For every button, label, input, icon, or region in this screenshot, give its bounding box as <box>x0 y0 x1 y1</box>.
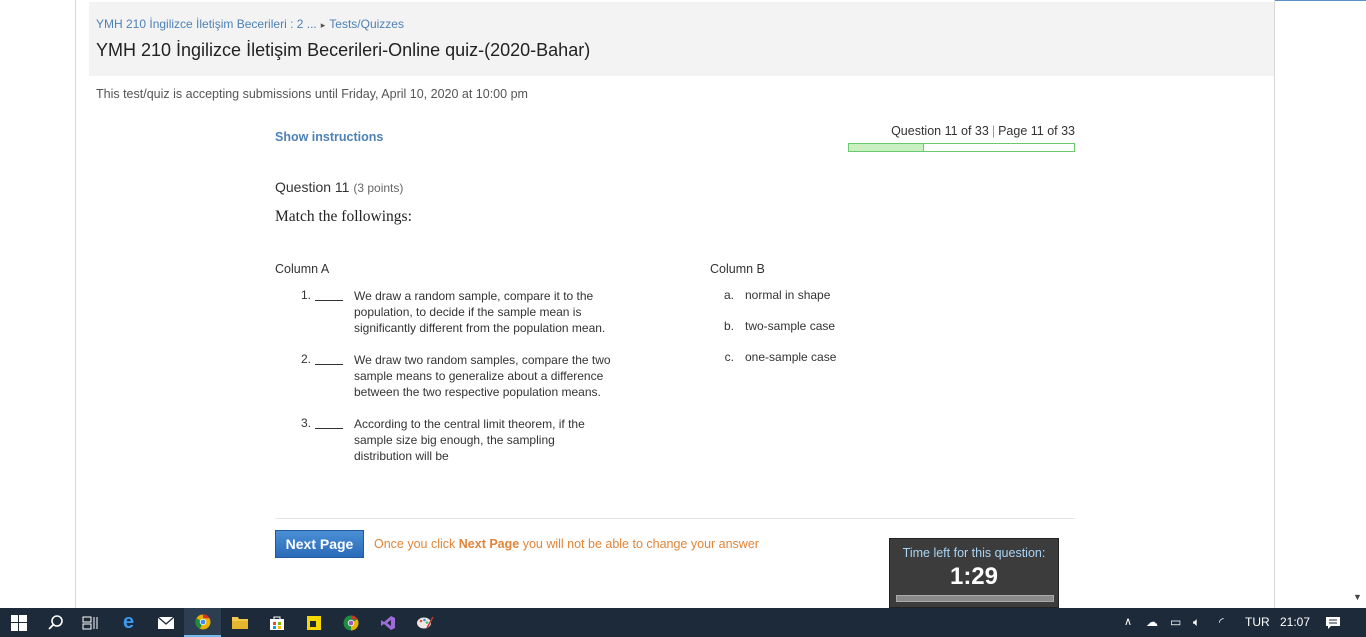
breadcrumb-separator: ▸ <box>320 20 326 30</box>
notification-center-icon[interactable] <box>1325 608 1341 637</box>
header-band <box>89 2 1274 76</box>
breadcrumb-course-link[interactable]: YMH 210 İngilizce İletişim Becerileri : … <box>96 17 317 31</box>
item-number: 3. <box>300 416 311 430</box>
quiz-progress-bar <box>848 143 1075 152</box>
column-b-item: b. two-sample case <box>710 319 835 333</box>
progress-fill <box>849 144 924 151</box>
item-text: two-sample case <box>745 319 836 333</box>
paint-icon[interactable] <box>406 608 443 637</box>
top-accent-line-right <box>1275 0 1366 1</box>
tray-chevron-up-icon[interactable]: ∧ <box>1124 608 1132 637</box>
taskbar: e ∧ ☁ ▭ 🔈︎ ◜ TUR 21:07 <box>0 608 1366 637</box>
edge-browser-icon[interactable]: e <box>110 608 147 637</box>
search-icon[interactable] <box>37 608 74 637</box>
tray-volume-icon[interactable]: 🔈︎ <box>1193 608 1200 637</box>
item-letter: a. <box>723 288 734 302</box>
question-timer: Time left for this question: 1:29 <box>889 538 1059 608</box>
answer-blank-2[interactable] <box>315 364 343 365</box>
task-view-icon[interactable] <box>72 608 109 637</box>
sticky-notes-icon[interactable] <box>295 608 332 637</box>
timer-label: Time left for this question: <box>902 546 1046 560</box>
warning-text-end: you will not be able to change your answ… <box>519 537 759 551</box>
next-page-button[interactable]: Next Page <box>275 530 364 558</box>
submission-note: This test/quiz is accepting submissions … <box>96 87 528 101</box>
store-icon[interactable] <box>258 608 295 637</box>
item-text: We draw a random sample, compare it to t… <box>354 289 606 335</box>
breadcrumb-section-link[interactable]: Tests/Quizzes <box>329 17 404 31</box>
column-b-item: c. one-sample case <box>710 350 837 364</box>
answer-blank-1[interactable] <box>315 300 343 301</box>
scroll-down-icon[interactable]: ▼ <box>1353 592 1362 602</box>
answer-blank-3[interactable] <box>315 428 343 429</box>
counter-separator: | <box>991 124 996 138</box>
tray-battery-icon[interactable]: ▭ <box>1170 608 1181 637</box>
page-title: YMH 210 İngilizce İletişim Becerileri-On… <box>96 40 591 60</box>
question-number: Question 11 of 33 <box>891 124 989 138</box>
windows-start-icon[interactable] <box>0 608 37 637</box>
item-number: 1. <box>300 288 311 302</box>
tray-wifi-icon[interactable]: ◜ <box>1219 608 1224 637</box>
item-text: We draw two random samples, compare the … <box>354 353 611 399</box>
breadcrumb: YMH 210 İngilizce İletişim Becerileri : … <box>96 17 404 31</box>
item-text: normal in shape <box>745 288 831 302</box>
timer-value: 1:29 <box>949 563 999 590</box>
column-b-header: Column B <box>710 262 765 276</box>
warning-text-start: Once you click <box>374 537 459 551</box>
visual-studio-icon[interactable] <box>369 608 406 637</box>
tray-cloud-icon[interactable]: ☁ <box>1146 608 1158 637</box>
browser-page: YMH 210 İngilizce İletişim Becerileri : … <box>0 0 1366 608</box>
item-letter: b. <box>723 319 734 333</box>
footer-divider <box>275 518 1075 519</box>
item-text: one-sample case <box>745 350 837 364</box>
item-text: According to the central limit theorem, … <box>354 417 585 463</box>
column-b-item: a. normal in shape <box>710 288 830 302</box>
question-points: (3 points) <box>353 181 404 195</box>
timer-bar <box>896 595 1054 602</box>
show-instructions-link[interactable]: Show instructions <box>275 130 383 144</box>
language-indicator[interactable]: TUR <box>1245 608 1270 637</box>
page-number: Page 11 of 33 <box>998 124 1075 138</box>
question-counter: Question 11 of 33 | Page 11 of 33 <box>848 124 1075 138</box>
chrome-alt-icon[interactable] <box>332 608 369 637</box>
question-title-text: Question 11 <box>275 179 350 195</box>
chrome-icon[interactable] <box>184 608 221 637</box>
file-explorer-icon[interactable] <box>221 608 258 637</box>
question-prompt: Match the followings: <box>275 208 412 225</box>
item-letter: c. <box>724 350 734 364</box>
column-a-header: Column A <box>275 262 330 276</box>
next-page-warning: Once you click Next Page you will not be… <box>374 537 759 551</box>
system-clock[interactable]: 21:07 <box>1280 608 1310 637</box>
warning-text-bold: Next Page <box>458 537 520 551</box>
mail-icon[interactable] <box>147 608 184 637</box>
question-title: Question 11 (3 points) <box>275 179 403 195</box>
item-number: 2. <box>300 352 311 366</box>
